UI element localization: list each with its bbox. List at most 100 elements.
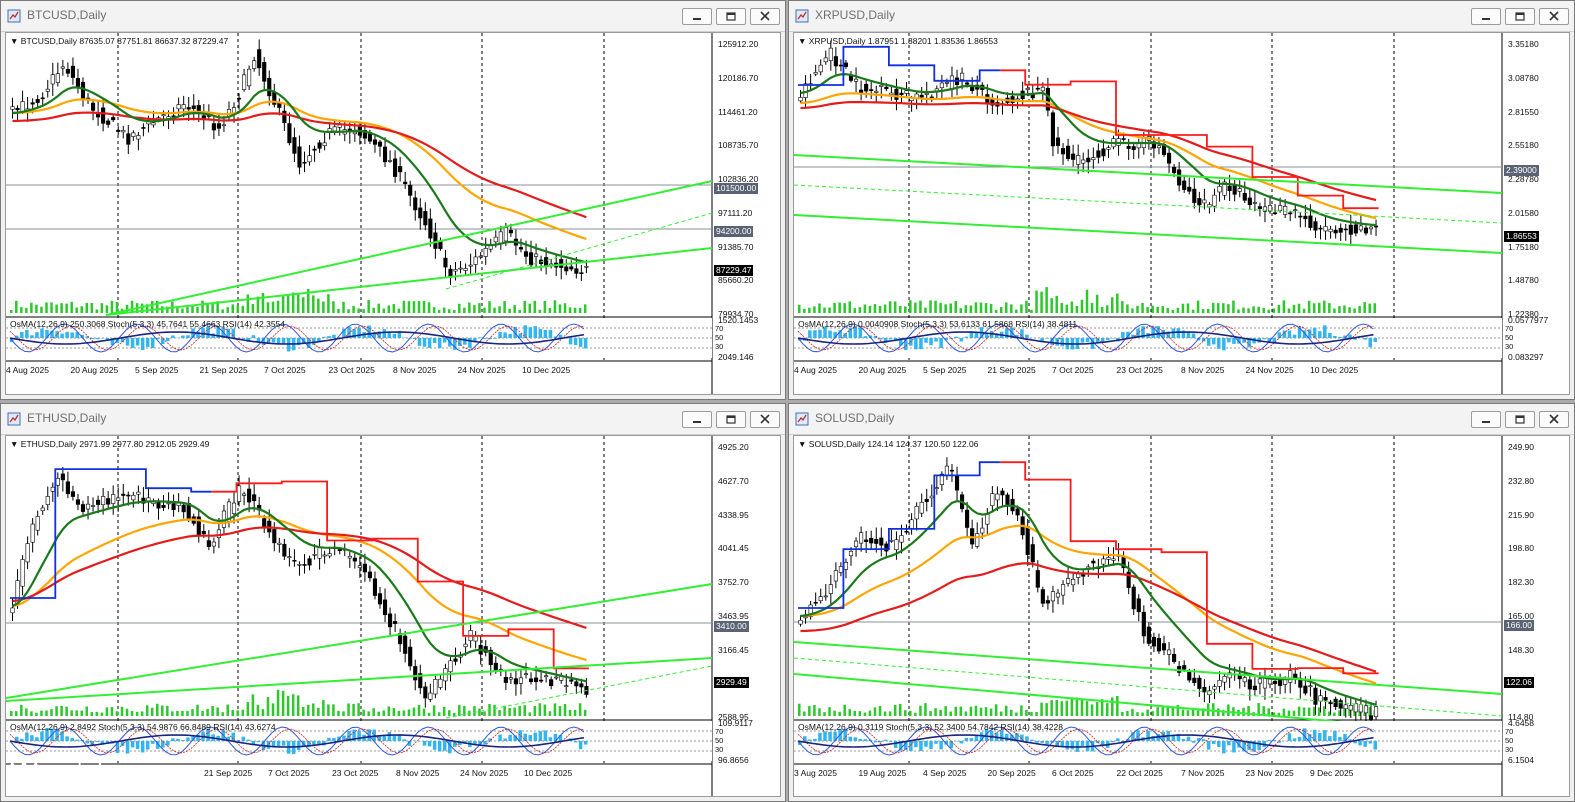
minimize-button[interactable]	[1471, 411, 1501, 428]
minimize-button[interactable]	[682, 411, 712, 428]
osma-histogram-bar	[427, 338, 432, 348]
candle-body	[91, 102, 96, 111]
volume-bar	[130, 711, 134, 716]
candle-body	[206, 540, 211, 547]
maximize-button[interactable]	[1505, 411, 1535, 428]
osma-histogram-bar	[1070, 741, 1075, 750]
indicator-scale-label: 0.083297	[1508, 352, 1544, 362]
volume-bar	[823, 712, 826, 716]
volume-bar	[271, 703, 275, 716]
close-button[interactable]	[1539, 8, 1569, 25]
volume-bar	[818, 708, 821, 716]
osma-histogram-bar	[276, 741, 281, 747]
osma-histogram-bar	[35, 737, 39, 741]
osma-histogram-bar	[271, 338, 276, 343]
restore-icon	[726, 415, 736, 424]
candle-body	[362, 563, 367, 573]
close-button[interactable]	[750, 8, 780, 25]
candle-body	[131, 132, 136, 137]
volume-bar	[452, 712, 456, 716]
candle-body	[493, 236, 498, 243]
price-chart[interactable]	[794, 33, 1569, 394]
candle-body	[1197, 198, 1202, 206]
price-chart[interactable]	[6, 33, 780, 394]
candle-body	[528, 678, 534, 683]
candle-body	[995, 493, 1000, 501]
candle-body	[1192, 677, 1197, 684]
maximize-button[interactable]	[716, 411, 746, 428]
candle-body	[1055, 137, 1061, 146]
candle-body	[1101, 558, 1106, 565]
volume-bar	[533, 300, 537, 313]
price-scale-label: 91385.70	[718, 241, 754, 252]
osma-histogram-bar	[533, 326, 538, 338]
candle-body	[1040, 589, 1045, 604]
candle-body	[1283, 206, 1288, 215]
volume-bar	[25, 307, 28, 313]
volume-bar	[843, 704, 846, 716]
chart-window-btcusd[interactable]: BTCUSD,Daily ▼ BTCUSD,Daily 87635.07 8775…	[0, 0, 786, 400]
volume-bar	[1297, 706, 1301, 716]
maximize-button[interactable]	[716, 8, 746, 25]
candle-body	[1217, 680, 1222, 687]
candle-body	[924, 498, 929, 502]
candle-body	[408, 184, 413, 196]
volume-bar	[843, 303, 846, 313]
volume-bar	[924, 307, 927, 313]
candle-body	[403, 635, 408, 654]
maximize-button[interactable]	[1505, 8, 1535, 25]
candle-body	[45, 88, 50, 92]
candle-body	[101, 107, 106, 124]
volume-bar	[236, 710, 240, 716]
volume-bar	[45, 302, 48, 313]
volume-bar	[868, 305, 872, 313]
volume-bar	[286, 695, 290, 716]
volume-bar	[994, 704, 998, 716]
candle-body	[1288, 670, 1293, 683]
volume-bar	[1323, 300, 1326, 313]
volume-bar	[261, 709, 265, 716]
volume-bar	[100, 712, 104, 716]
candle-body	[1071, 153, 1076, 160]
chart-window-solusd[interactable]: SOLUSD,Daily ▼ SOLUSD,Daily 124.14 124.37…	[788, 403, 1575, 802]
chart-window-ethusd[interactable]: ETHUSD,Daily ▼ ETHUSD,Daily 2971.99 2977.…	[0, 403, 786, 802]
osma-histogram-bar	[959, 338, 964, 342]
volume-bar	[959, 706, 963, 716]
candle-body	[884, 543, 889, 552]
time-axis-label: 24 Nov 2025	[457, 365, 506, 375]
osma-histogram-bar	[442, 741, 447, 751]
candle-body	[111, 117, 116, 121]
chart-window-xrpusd[interactable]: XRPUSD,Daily ▼ XRPUSD,Daily 1.87951 1.882…	[788, 0, 1575, 400]
candle-body	[161, 114, 166, 116]
candle-body	[35, 99, 40, 103]
ma-red-line	[12, 526, 587, 629]
volume-bar	[372, 307, 375, 313]
candle-body	[1172, 653, 1177, 662]
chart-area[interactable]: ▼ XRPUSD,Daily 1.87951 1.88201 1.83536 1…	[793, 32, 1570, 395]
volume-bar	[50, 302, 53, 313]
chart-area[interactable]: ▼ ETHUSD,Daily 2971.99 2977.80 2912.05 2…	[5, 435, 781, 797]
volume-bar	[120, 706, 124, 716]
chart-area[interactable]: ▼ SOLUSD,Daily 124.14 124.37 120.50 122.…	[793, 435, 1570, 797]
volume-bar	[563, 303, 567, 313]
osma-histogram-bar	[1373, 741, 1378, 750]
minimize-button[interactable]	[682, 8, 712, 25]
candle-body	[433, 679, 438, 695]
minimize-button[interactable]	[1471, 8, 1501, 25]
volume-bar	[919, 705, 922, 716]
price-chart[interactable]	[6, 436, 780, 796]
volume-bar	[246, 294, 250, 313]
volume-bar	[60, 303, 63, 313]
candle-body	[853, 540, 859, 548]
volume-bar	[1090, 704, 1094, 716]
chart-area[interactable]: ▼ BTCUSD,Daily 87635.07 87751.81 86637.3…	[5, 32, 781, 395]
osma-histogram-bar	[508, 334, 512, 338]
close-button[interactable]	[1539, 411, 1569, 428]
indicator-level-label: 70	[715, 727, 724, 736]
close-button[interactable]	[750, 411, 780, 428]
candle-body	[528, 252, 534, 266]
price-scale-label: 2.55180	[1508, 140, 1539, 151]
volume-bar	[959, 308, 963, 313]
candle-body	[186, 107, 191, 110]
price-chart[interactable]	[794, 436, 1569, 796]
